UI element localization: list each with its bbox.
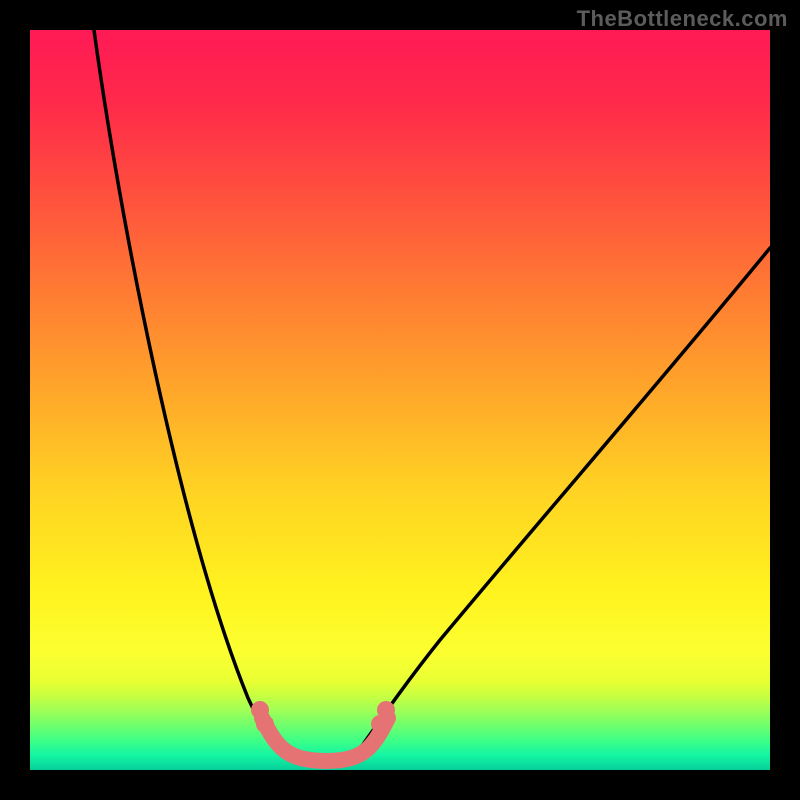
soft-band [262, 718, 388, 761]
chart-frame [30, 30, 770, 770]
left-curve [94, 30, 298, 760]
watermark-text: TheBottleneck.com [577, 6, 788, 32]
soft-dot [256, 715, 274, 733]
curve-layer [30, 30, 770, 770]
soft-dot [371, 715, 389, 733]
right-curve [352, 248, 770, 760]
